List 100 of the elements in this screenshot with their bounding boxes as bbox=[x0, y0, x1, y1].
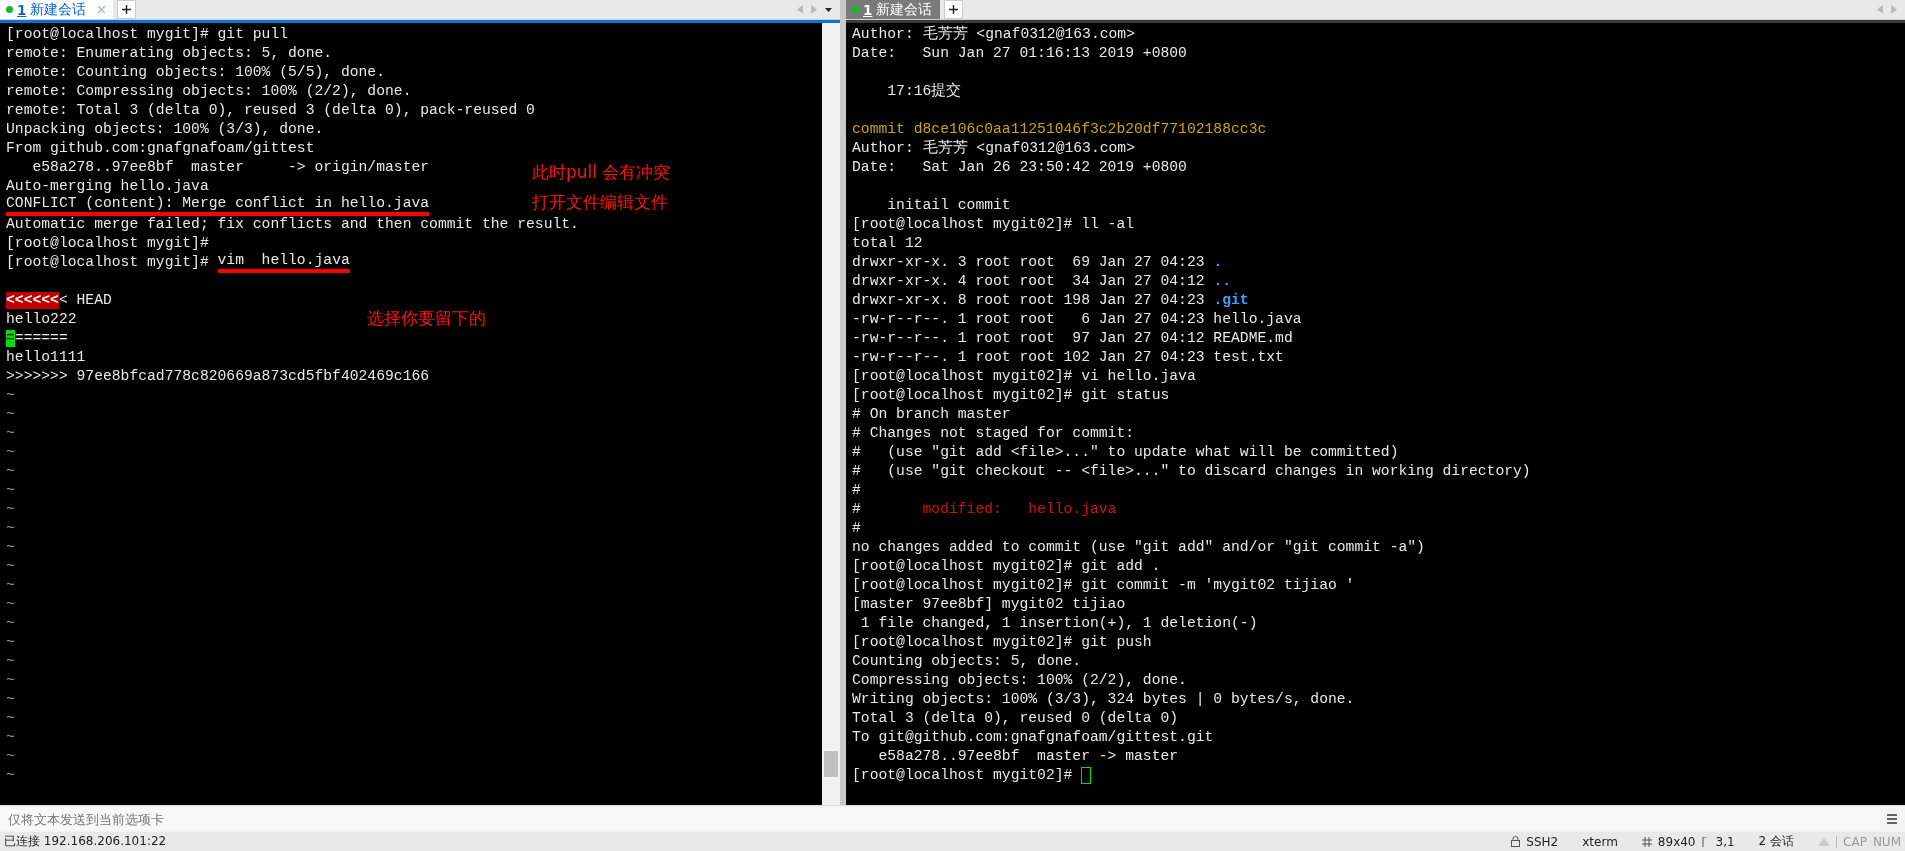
terminal-text: ====== bbox=[14, 330, 68, 347]
terminal-text: = bbox=[6, 330, 15, 347]
session-tab[interactable]: 1 新建会话 bbox=[0, 0, 114, 19]
terminal-text: # bbox=[852, 501, 862, 518]
terminal-text: <<<<<< bbox=[6, 292, 59, 309]
terminal-text: -rw-r--r--. 1 root root 6 Jan 27 04:23 hello.java bbox=[852, 311, 1302, 328]
terminal-text: commit d8ce106c0aa11251046f3c2b20df77102188cc3c bbox=[852, 121, 1267, 138]
caps-lock-indicator: CAP bbox=[1843, 834, 1867, 849]
new-tab-button[interactable] bbox=[117, 0, 137, 19]
terminal-text: no changes added to commit (use "git add" and/or "git commit -a") bbox=[852, 539, 1425, 556]
terminal-text: [root@localhost mygit02]# git status bbox=[852, 387, 1170, 404]
empty-line-marker: ~ bbox=[6, 653, 15, 670]
up-arrow-icon[interactable] bbox=[1818, 837, 1831, 846]
empty-line-marker: ~ bbox=[6, 520, 15, 537]
terminal-text: Unpacking objects: 100% (3/3), done. bbox=[6, 121, 324, 138]
terminal-text: e58a278..97ee8bf master -> master bbox=[877, 748, 1179, 765]
terminal-text: total 12 bbox=[852, 235, 923, 252]
session-count-label: 2 会话 bbox=[1758, 833, 1795, 850]
empty-line-marker: ~ bbox=[6, 748, 15, 765]
empty-line-marker: ~ bbox=[6, 729, 15, 746]
empty-line-marker: ~ bbox=[6, 577, 15, 594]
menu-icon[interactable] bbox=[1887, 814, 1897, 825]
terminal-text: hello222 bbox=[6, 311, 77, 328]
send-text-field[interactable]: 仅将文本发送到当前选项卡 bbox=[0, 808, 1879, 831]
terminal-text: Compressing objects: 100% (2/2), done. bbox=[852, 672, 1187, 689]
terminal-text: 17:16提交 bbox=[886, 83, 962, 100]
terminal-text: remote: Compressing objects: 100% (2/2), done. bbox=[6, 83, 412, 100]
scroll-right-icon[interactable] bbox=[811, 5, 817, 14]
terminal-size-label: 89x40 bbox=[1657, 834, 1696, 849]
empty-line-marker: ~ bbox=[6, 501, 15, 518]
new-tab-button[interactable] bbox=[944, 0, 964, 19]
scrollbar[interactable] bbox=[822, 23, 840, 806]
dropdown-icon[interactable] bbox=[825, 7, 832, 12]
empty-line-marker: ~ bbox=[6, 387, 15, 404]
close-icon[interactable] bbox=[98, 6, 106, 13]
terminal-text: From github.com:gnafgnafoam/gittest bbox=[6, 140, 315, 157]
scroll-left-icon[interactable] bbox=[797, 5, 803, 14]
terminal-text: Writing objects: 100% (3/3), 324 bytes | 0 bytes/s, done. bbox=[852, 691, 1355, 708]
cursor-position-icon bbox=[1701, 836, 1710, 847]
terminal-text: [root@localhost mygit02]# git add . bbox=[852, 558, 1161, 575]
terminal-text: 1 file changed, 1 insertion(+), 1 deletion(-) bbox=[859, 615, 1258, 632]
scroll-left-icon[interactable] bbox=[1877, 5, 1883, 14]
annotation-text: 打开文件编辑文件 bbox=[532, 192, 668, 212]
terminal-text: [root@localhost mygit02]# ll -al bbox=[852, 216, 1135, 233]
terminal-text: e58a278..97ee8bf master -> origin/master bbox=[31, 159, 430, 176]
terminal-text: # (use "git checkout -- <file>..." to discard changes in working directory) bbox=[852, 463, 1531, 480]
terminal-text: Total 3 (delta 0), reused 0 (delta 0) bbox=[852, 710, 1179, 727]
terminal-text: # (use "git add <file>..." to update what will be committed) bbox=[852, 444, 1399, 461]
grid-icon bbox=[1641, 836, 1652, 847]
terminal-text: drwxr-xr-x. 4 root root 34 Jan 27 04:12 bbox=[852, 273, 1206, 290]
empty-line-marker: ~ bbox=[6, 710, 15, 727]
terminal-text: [root@localhost mygit02]# git push bbox=[852, 634, 1152, 651]
scroll-right-icon[interactable] bbox=[1891, 5, 1897, 14]
empty-line-marker: ~ bbox=[6, 767, 15, 784]
terminal-text: remote: Enumerating objects: 5, done. bbox=[6, 45, 333, 62]
terminal-type-label: xterm bbox=[1582, 834, 1618, 849]
terminal-text: # Changes not staged for commit: bbox=[852, 425, 1135, 442]
terminal-text: CONFLICT (content): Merge conflict in hello.java bbox=[6, 195, 430, 216]
terminal-text: -rw-r--r--. 1 root root 97 Jan 27 04:12 README.md bbox=[852, 330, 1293, 347]
terminal-text: initail commit bbox=[886, 197, 1011, 214]
terminal-text: [master 97ee8bf] mygit02 tijiao bbox=[852, 596, 1126, 613]
empty-line-marker: ~ bbox=[6, 463, 15, 480]
plus-icon bbox=[122, 5, 132, 14]
empty-line-marker: ~ bbox=[6, 691, 15, 708]
terminal-text: . bbox=[1213, 254, 1223, 271]
empty-line-marker: ~ bbox=[6, 482, 15, 499]
terminal-text: .. bbox=[1213, 273, 1231, 290]
terminal-text: Automatic merge failed; fix conflicts and then commit the result. bbox=[6, 216, 579, 233]
terminal-text: To git@github.com:gnafgnafoam/gittest.git bbox=[852, 729, 1214, 746]
terminal-text: [root@localhost mygit]# bbox=[6, 254, 210, 271]
plus-icon bbox=[949, 5, 959, 14]
terminal-text: [root@localhost mygit02]# vi hello.java bbox=[852, 368, 1196, 385]
num-lock-indicator: NUM bbox=[1872, 834, 1901, 849]
terminal-text: >>>>>>> 97ee8bfcad778c820669a873cd5fbf402469c166 bbox=[6, 368, 430, 385]
terminal-text: Author: 毛芳芳 <gnaf0312@163.com> bbox=[852, 140, 1135, 157]
empty-line-marker: ~ bbox=[6, 539, 15, 556]
terminal-text: Auto-merging hello.java bbox=[6, 178, 209, 195]
terminal-text: Date: Sat Jan 26 23:50:42 2019 +0800 bbox=[852, 159, 1187, 176]
terminal-text: [root@localhost mygit02]# bbox=[852, 767, 1074, 784]
empty-line-marker: ~ bbox=[6, 615, 15, 632]
terminal-text: [root@localhost mygit]# bbox=[6, 235, 209, 252]
empty-line-marker: ~ bbox=[6, 558, 15, 575]
terminal-text: # On branch master bbox=[852, 406, 1011, 423]
scrollbar-thumb[interactable] bbox=[824, 751, 838, 778]
terminal-text: vim hello.java bbox=[217, 252, 350, 273]
terminal-text: remote: Total 3 (delta 0), reused 3 (delta 0), pack-reused 0 bbox=[6, 102, 535, 119]
empty-line-marker: ~ bbox=[6, 425, 15, 442]
session-tab[interactable]: 1 新建会话 bbox=[846, 0, 941, 19]
annotation-text: 选择你要留下的 bbox=[367, 308, 486, 328]
empty-line-marker: ~ bbox=[6, 634, 15, 651]
terminal-text: [root@localhost mygit]# git pull bbox=[6, 26, 289, 43]
terminal-text: Date: Sun Jan 27 01:16:13 2019 +0800 bbox=[852, 45, 1187, 62]
terminal-text: remote: Counting objects: 100% (5/5), done. bbox=[6, 64, 385, 81]
text-cursor bbox=[1081, 767, 1092, 784]
terminal-text: modified: hello.java bbox=[922, 501, 1117, 518]
terminal-text: < HEAD bbox=[58, 292, 112, 309]
terminal-text: drwxr-xr-x. 8 root root 198 Jan 27 04:23 bbox=[852, 292, 1206, 309]
cursor-position-label: 3,1 bbox=[1715, 834, 1735, 849]
empty-line-marker: ~ bbox=[6, 406, 15, 423]
terminal-text: -rw-r--r--. 1 root root 102 Jan 27 04:23 test.txt bbox=[852, 349, 1284, 366]
